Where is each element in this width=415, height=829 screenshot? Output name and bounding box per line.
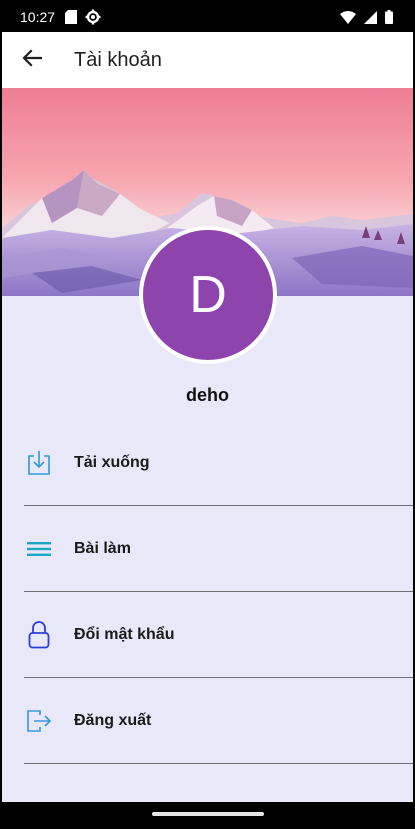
menu-item-logout[interactable]: Đăng xuất [24,678,413,764]
page-title: Tài khoản [74,48,162,71]
menu-item-label: Đăng xuất [74,711,152,729]
menu-item-assignments[interactable]: Bài làm [24,506,413,592]
settings-gear-icon [85,9,101,25]
avatar[interactable]: D [139,226,277,364]
battery-icon [385,10,393,24]
wifi-icon [340,10,356,24]
sd-card-icon [65,9,78,25]
username: deho [186,385,229,405]
download-icon [26,450,52,476]
menu-item-label: Bài làm [74,539,131,557]
back-button[interactable] [12,40,52,80]
menu-item-download[interactable]: Tải xuống [24,420,413,506]
home-gesture-handle[interactable] [151,811,264,816]
avatar-letter: D [189,266,227,324]
menu-item-change-password[interactable]: Đổi mật khẩu [24,592,413,678]
lock-icon [26,620,52,648]
system-nav-bar [2,802,413,825]
menu-item-label: Đổi mật khẩu [74,625,175,643]
cellular-signal-icon [364,10,377,24]
account-screen: 10:27 Tài khoản D deho Tải xuống Bài làm… [2,2,413,825]
menu-item-label: Tải xuống [74,453,150,471]
app-bar: Tài khoản [2,32,413,88]
status-bar: 10:27 [2,2,413,32]
status-left-icons [65,9,101,25]
status-right-icons [340,10,393,24]
arrow-back-icon [22,48,43,72]
account-menu: Tải xuống Bài làm Đổi mật khẩu Đăng xuất [24,420,413,764]
status-time: 10:27 [20,9,56,25]
logout-icon [26,708,52,734]
list-lines-icon [26,536,52,562]
